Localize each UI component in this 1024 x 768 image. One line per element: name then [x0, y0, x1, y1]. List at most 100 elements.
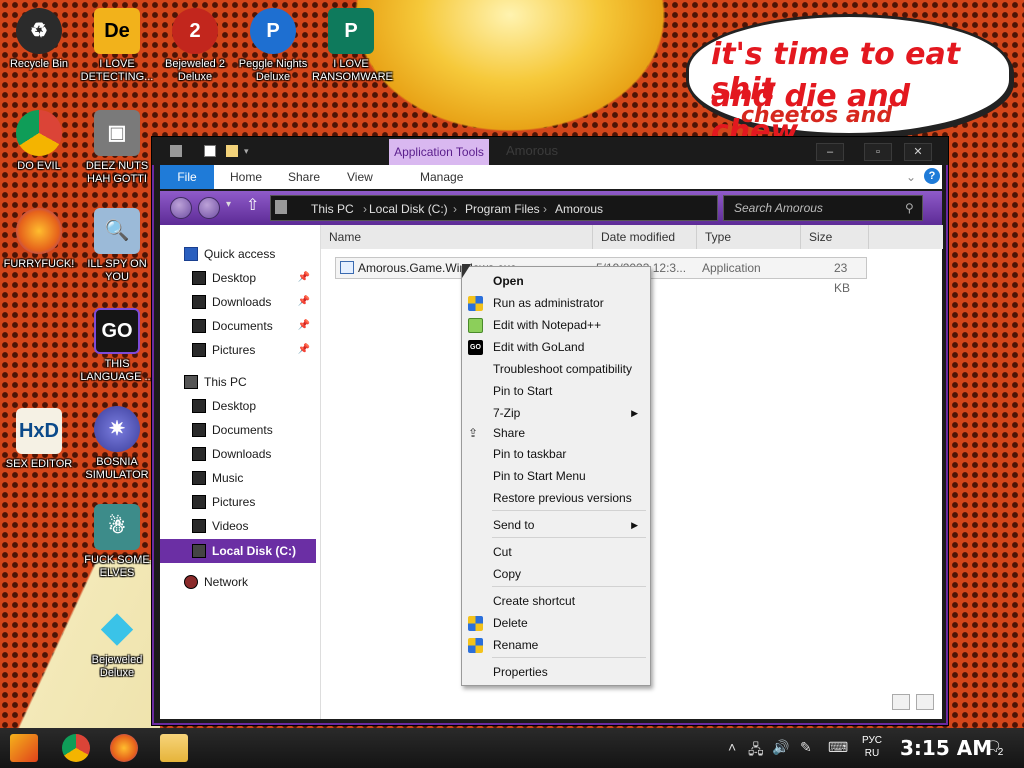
- bejeweled2-icon: 2: [172, 8, 218, 54]
- desktop-icon-de[interactable]: De I LOVE DETECTING...: [78, 8, 156, 84]
- desktop-icon-spy[interactable]: 🔍 ILL SPY ON YOU: [78, 208, 156, 284]
- column-header-name[interactable]: Name: [321, 225, 593, 249]
- chrome-taskbar-icon[interactable]: [62, 734, 90, 762]
- start-button[interactable]: [10, 734, 38, 762]
- menu-item-7zip[interactable]: 7-Zip ▶: [462, 403, 650, 423]
- menu-item-copy[interactable]: Copy: [462, 564, 650, 584]
- notifications-button[interactable]: 🗨2: [984, 738, 1007, 758]
- large-icons-view-icon[interactable]: [916, 694, 934, 710]
- file-explorer-taskbar-icon[interactable]: [160, 734, 188, 762]
- nav-quick-desktop[interactable]: Desktop 📌: [192, 267, 314, 289]
- column-header-size[interactable]: Size: [801, 225, 869, 249]
- uac-shield-icon: [468, 616, 483, 631]
- nav-pc-pictures[interactable]: Pictures: [192, 491, 255, 513]
- tab-view[interactable]: View: [347, 165, 373, 189]
- volume-tray-icon[interactable]: 🔊: [772, 739, 789, 756]
- nav-quick-documents[interactable]: Documents 📌: [192, 315, 314, 337]
- menu-item-rename[interactable]: Rename: [462, 635, 650, 655]
- forward-button[interactable]: [198, 197, 220, 219]
- quick-access-dropdown-icon[interactable]: ▾: [244, 145, 256, 157]
- nav-local-disk[interactable]: Local Disk (C:): [160, 539, 316, 563]
- nav-quick-downloads[interactable]: Downloads 📌: [192, 291, 314, 313]
- details-view-icon[interactable]: [891, 694, 910, 710]
- recent-locations-icon[interactable]: ▾: [226, 199, 231, 210]
- desktop-icon-chrome[interactable]: DO EVIL: [0, 110, 78, 173]
- clock[interactable]: 3:15 AM: [900, 736, 992, 760]
- tab-file[interactable]: File: [160, 165, 214, 189]
- tab-manage[interactable]: Manage: [420, 165, 463, 189]
- language-indicator[interactable]: РУС RU: [862, 734, 882, 760]
- menu-item-pin-to-taskbar[interactable]: Pin to taskbar: [462, 444, 650, 464]
- menu-item-restore-versions[interactable]: Restore previous versions: [462, 488, 650, 508]
- keyboard-tray-icon[interactable]: ⌨: [828, 739, 848, 756]
- application-tools-tab[interactable]: Application Tools: [389, 139, 489, 165]
- menu-item-run-as-admin[interactable]: Run as administrator: [462, 293, 650, 313]
- firefox-taskbar-icon[interactable]: [110, 734, 138, 762]
- recycle-bin-icon: ♻: [16, 8, 62, 54]
- breadcrumb-this-pc[interactable]: This PC: [311, 202, 354, 216]
- menu-item-share[interactable]: ⇪ Share: [462, 423, 650, 443]
- tab-home[interactable]: Home: [230, 165, 262, 189]
- menu-item-create-shortcut[interactable]: Create shortcut: [462, 591, 650, 611]
- pin-icon[interactable]: 📌: [298, 315, 310, 337]
- desktop-icon-hxd[interactable]: HxD SEX EDITOR: [0, 408, 78, 471]
- ribbon-expand-icon[interactable]: ⌄: [906, 165, 916, 189]
- nav-quick-pictures[interactable]: Pictures 📌: [192, 339, 314, 361]
- desktop-icon-peggle[interactable]: P Peggle Nights Deluxe: [234, 8, 312, 84]
- desktop-icon-firefox[interactable]: FURRYFUCK!: [0, 208, 78, 271]
- nav-this-pc[interactable]: This PC: [184, 371, 247, 393]
- menu-item-delete[interactable]: Delete: [462, 613, 650, 633]
- nav-pc-music[interactable]: Music: [192, 467, 243, 489]
- tray-chevron-icon[interactable]: ˄: [728, 739, 736, 755]
- menu-item-properties[interactable]: Properties: [462, 662, 650, 682]
- network-tray-icon[interactable]: 🖧: [748, 739, 764, 763]
- desktop-icon-recycle-bin[interactable]: ♻ Recycle Bin: [0, 8, 78, 71]
- nav-label: Music: [212, 471, 244, 485]
- nav-network[interactable]: Network: [184, 571, 248, 593]
- desktop-icon-diamond[interactable]: ◆ Bejeweled Deluxe: [78, 604, 156, 680]
- back-button[interactable]: [170, 197, 192, 219]
- desktop-icon-bejeweled2[interactable]: 2 Bejeweled 2 Deluxe: [156, 8, 234, 84]
- address-bar[interactable]: This PC › Local Disk (C:) › Program File…: [270, 195, 718, 221]
- pin-icon[interactable]: 📌: [298, 291, 310, 313]
- minimize-button[interactable]: –: [816, 143, 844, 161]
- new-folder-quick-icon[interactable]: [226, 145, 238, 157]
- nav-pc-desktop[interactable]: Desktop: [192, 395, 256, 417]
- menu-item-pin-to-start[interactable]: Pin to Start: [462, 381, 650, 401]
- desktop-icon-spike-ball[interactable]: ✷ BOSNIA SIMULATOR: [78, 406, 156, 482]
- menu-item-cut[interactable]: Cut: [462, 542, 650, 562]
- desktop-icon-goland[interactable]: GO THIS LANGUAGE ...: [78, 308, 156, 384]
- breadcrumb-amorous[interactable]: Amorous: [555, 202, 603, 216]
- desktop-icon-santa[interactable]: ☃ FUCK SOME ELVES: [78, 504, 156, 580]
- nav-pc-documents[interactable]: Documents: [192, 419, 273, 441]
- nav-pc-downloads[interactable]: Downloads: [192, 443, 271, 465]
- desktop-icon-publisher[interactable]: P I LOVE RANSOMWARE: [312, 8, 393, 84]
- menu-item-goland[interactable]: GO Edit with GoLand: [462, 337, 650, 357]
- column-header-date[interactable]: Date modified: [593, 225, 697, 249]
- nav-quick-access[interactable]: Quick access: [184, 243, 275, 265]
- title-bar[interactable]: ▾ Application Tools Amorous – ▫ ✕: [152, 137, 948, 165]
- menu-item-notepadpp[interactable]: Edit with Notepad++: [462, 315, 650, 335]
- desktop-icon-label: Bejeweled 2 Deluxe: [165, 58, 225, 83]
- maximize-button[interactable]: ▫: [864, 143, 892, 161]
- properties-quick-icon[interactable]: [204, 145, 216, 157]
- menu-item-pin-to-start-menu[interactable]: Pin to Start Menu: [462, 466, 650, 486]
- pin-icon[interactable]: 📌: [298, 267, 310, 289]
- search-input[interactable]: Search Amorous: [723, 195, 923, 221]
- breadcrumb-local-disk[interactable]: Local Disk (C:): [369, 202, 448, 216]
- close-button[interactable]: ✕: [904, 143, 932, 161]
- desktop-icon-windows-stack[interactable]: ▣ DEEZ NUTS HAH GOTTI: [78, 110, 156, 186]
- search-icon[interactable]: ⚲: [905, 201, 914, 215]
- pin-icon[interactable]: 📌: [298, 339, 310, 361]
- menu-item-troubleshoot[interactable]: Troubleshoot compatibility: [462, 359, 650, 379]
- help-icon[interactable]: ?: [924, 168, 940, 184]
- tab-share[interactable]: Share: [288, 165, 320, 189]
- pen-tray-icon[interactable]: ✎: [800, 739, 812, 756]
- de-icon: De: [94, 8, 140, 54]
- up-arrow-icon[interactable]: ⇧: [246, 195, 259, 215]
- menu-item-send-to[interactable]: Send to ▶: [462, 515, 650, 535]
- nav-pc-videos[interactable]: Videos: [192, 515, 248, 537]
- breadcrumb-program-files[interactable]: Program Files: [465, 202, 540, 216]
- column-header-type[interactable]: Type: [697, 225, 801, 249]
- menu-item-open[interactable]: Open: [462, 271, 650, 291]
